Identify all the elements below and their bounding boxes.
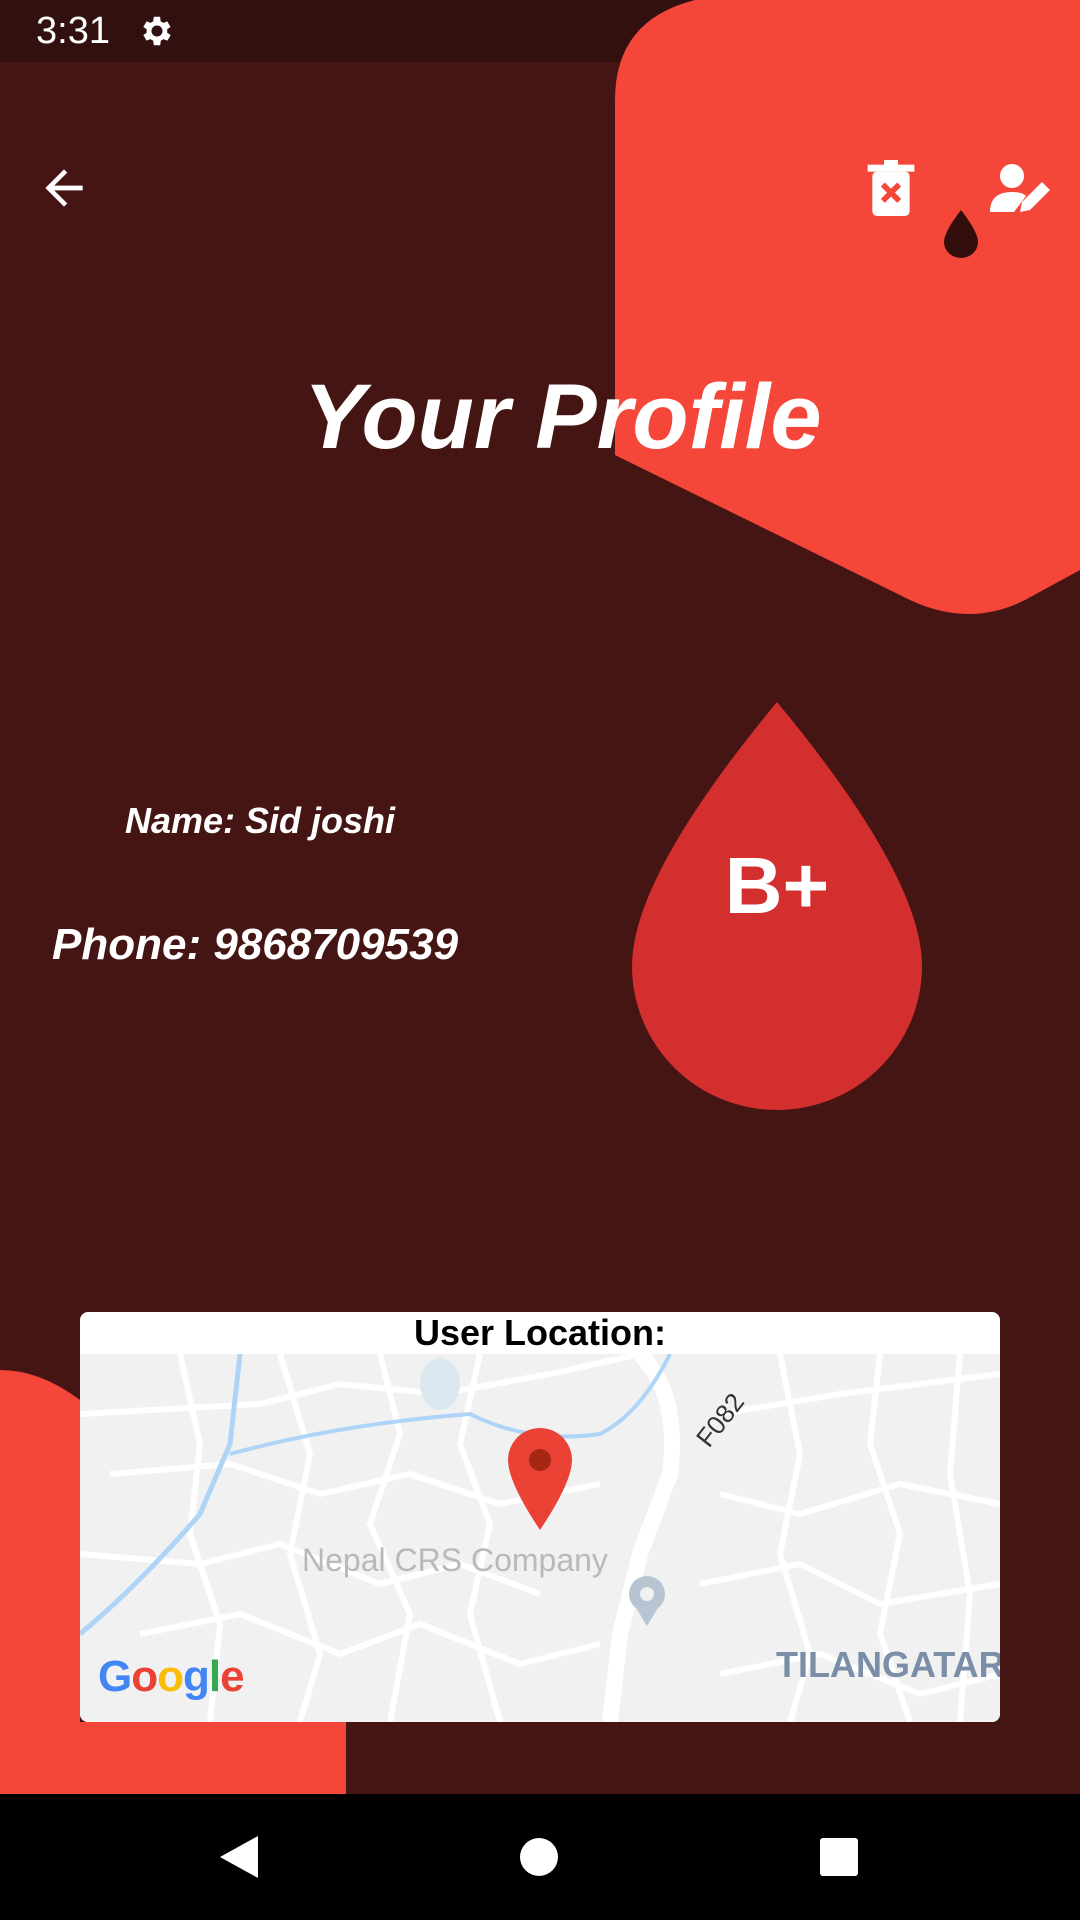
page-title: Your Profile bbox=[303, 366, 822, 468]
blood-type-label: B+ bbox=[724, 841, 830, 930]
blood-drop-icon bbox=[944, 210, 978, 258]
recents-square-icon[interactable] bbox=[814, 1832, 864, 1882]
map-place-label: Nepal CRS Company bbox=[302, 1542, 608, 1578]
home-circle-icon[interactable] bbox=[514, 1832, 564, 1882]
decorative-blob-top bbox=[615, 0, 1080, 614]
location-card: User Location: Nepal CRS Company F082 TI… bbox=[80, 1312, 1000, 1722]
phone-text: Phone: 9868709539 bbox=[52, 920, 459, 969]
back-triangle-icon[interactable] bbox=[214, 1832, 264, 1882]
map-area-label: TILANGATAR bbox=[776, 1644, 1000, 1685]
navigation-bar bbox=[0, 1794, 1080, 1920]
edit-person-icon[interactable] bbox=[990, 160, 1050, 216]
gear-icon bbox=[143, 16, 171, 46]
back-arrow-icon[interactable] bbox=[36, 160, 92, 216]
name-text: Name: Sid joshi bbox=[125, 800, 396, 841]
location-label: User Location: bbox=[413, 1312, 667, 1353]
status-time: 3:31 bbox=[36, 10, 110, 52]
map-view[interactable]: Nepal CRS Company F082 TILANGATAR Google bbox=[80, 1354, 1000, 1722]
delete-icon[interactable] bbox=[866, 160, 916, 216]
google-logo: Google bbox=[98, 1652, 245, 1701]
